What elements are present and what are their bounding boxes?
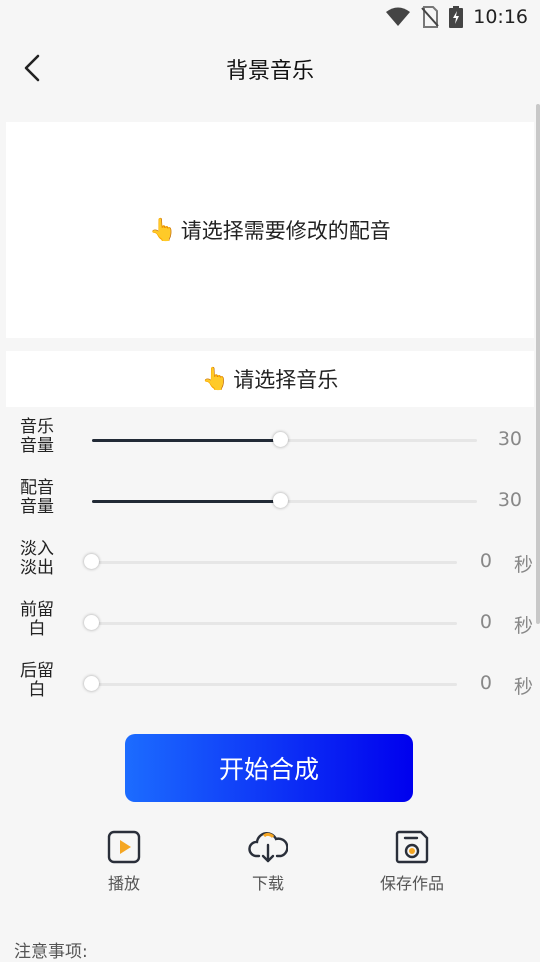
slider-track[interactable] — [92, 432, 477, 447]
slider-thumb[interactable] — [84, 676, 99, 691]
slider-track[interactable] — [84, 676, 457, 691]
slider-fill — [92, 439, 281, 442]
slider-label: 淡入 淡出 — [20, 539, 54, 578]
slider-unit: 秒 — [514, 554, 534, 576]
slider-value: 0 — [479, 611, 492, 633]
page-title: 背景音乐 — [225, 59, 314, 84]
notes-title: 注意事项: — [14, 942, 88, 962]
slider-track[interactable] — [84, 615, 457, 630]
slider-label: 后留白 — [20, 661, 54, 700]
pointing-hand-icon: 👆 — [201, 366, 230, 392]
slider-value: 30 — [497, 489, 522, 511]
save-work-button[interactable]: 保存作品 — [367, 830, 457, 894]
select-music-hint: 请选择音乐 — [233, 368, 339, 392]
slider-fill — [92, 500, 281, 503]
pointing-hand-icon: 👆 — [149, 217, 177, 243]
battery-charging-icon — [449, 6, 464, 28]
slider-fade: 淡入 淡出 0 秒 — [0, 540, 540, 584]
slider-thumb[interactable] — [272, 432, 288, 447]
status-icons: 10:16 — [385, 6, 528, 28]
start-synthesis-button[interactable]: 开始合成 — [125, 734, 413, 802]
play-icon — [107, 830, 141, 864]
slider-label: 配音 音量 — [20, 478, 54, 517]
slider-track[interactable] — [92, 493, 477, 508]
slider-thumb[interactable] — [272, 493, 288, 508]
play-label: 播放 — [107, 874, 140, 893]
slider-unit: 秒 — [514, 676, 534, 698]
slider-thumb[interactable] — [84, 615, 99, 630]
download-label: 下载 — [251, 874, 284, 893]
select-dub-panel[interactable]: 👆 请选择需要修改的配音 — [6, 122, 534, 338]
slider-value: 0 — [479, 672, 492, 694]
slider-value: 0 — [479, 550, 492, 572]
slider-label: 音乐 音量 — [20, 417, 54, 456]
cloud-download-icon — [248, 832, 288, 863]
status-time: 10:16 — [473, 6, 528, 28]
select-dub-hint: 请选择需要修改的配音 — [180, 219, 391, 243]
slider-lead-silence: 前留白 0 秒 — [0, 601, 540, 645]
slider-unit: 秒 — [514, 615, 534, 637]
header: 背景音乐 — [0, 36, 540, 102]
wifi-icon — [386, 7, 411, 26]
slider-trail-silence: 后留白 0 秒 — [0, 662, 540, 706]
no-sim-icon — [421, 6, 439, 28]
slider-value: 30 — [497, 428, 522, 450]
select-music-panel[interactable]: 👆 请选择音乐 — [6, 351, 534, 407]
slider-thumb[interactable] — [84, 554, 99, 569]
download-button[interactable]: 下载 — [223, 830, 313, 894]
save-icon — [395, 830, 429, 864]
save-work-label: 保存作品 — [379, 874, 444, 893]
slider-label: 前留白 — [20, 600, 54, 639]
slider-track[interactable] — [84, 554, 457, 569]
status-bar: 10:16 — [0, 0, 540, 36]
slider-dub-volume: 配音 音量 30 — [0, 479, 540, 523]
play-button[interactable]: 播放 — [79, 830, 169, 894]
slider-music-volume: 音乐 音量 30 — [0, 418, 540, 462]
